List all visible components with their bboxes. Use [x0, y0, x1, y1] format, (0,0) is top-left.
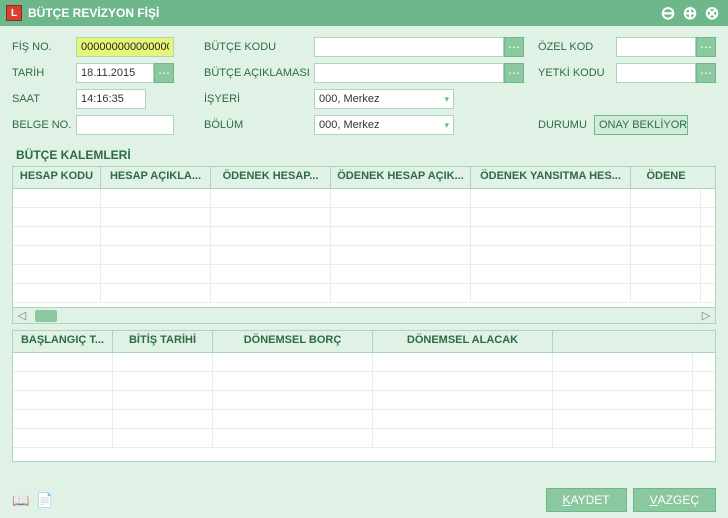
kaydet-button[interactable]: KAYDET [546, 488, 627, 512]
grid2-body[interactable] [13, 353, 715, 448]
tarih-label: TARİH [12, 67, 76, 79]
belge-no-label: BELGE NO. [12, 119, 76, 131]
butce-aciklamasi-lookup-button[interactable]: ⋯ [504, 63, 524, 83]
close-button[interactable]: ⊗ [702, 3, 722, 23]
ozel-kod-input[interactable] [616, 37, 696, 57]
grid2-col-donemsel-borc[interactable]: DÖNEMSEL BORÇ [213, 331, 373, 352]
table-row[interactable] [13, 429, 715, 448]
chevron-down-icon: ▾ [444, 120, 449, 131]
isyeri-select[interactable]: 000, Merkez ▾ [314, 89, 454, 109]
table-row[interactable] [13, 410, 715, 429]
ozel-kod-lookup-button[interactable]: ⋯ [696, 37, 716, 57]
grid1-col-odenek-hesap[interactable]: ÖDENEK HESAP... [211, 167, 331, 188]
scroll-right-icon[interactable]: ▷ [699, 310, 713, 322]
bolum-select[interactable]: 000, Merkez ▾ [314, 115, 454, 135]
window-controls: ⊖ ⊕ ⊗ [658, 3, 722, 23]
scroll-thumb[interactable] [35, 310, 57, 322]
table-row[interactable] [13, 284, 715, 303]
grid-butce-kalemleri[interactable]: HESAP KODU HESAP AÇIKLA... ÖDENEK HESAP.… [12, 166, 716, 324]
form-col-1: FİŞ NO. TARİH ⋯ SAAT BELGE NO. [12, 36, 190, 140]
form-col-2: BÜTÇE KODU ⋯ BÜTÇE AÇIKLAMASI ⋯ İŞYERİ 0… [204, 36, 524, 140]
bolum-select-value: 000, Merkez [319, 119, 380, 131]
fis-no-input[interactable] [76, 37, 174, 57]
minimize-button[interactable]: ⊖ [658, 3, 678, 23]
book-icon[interactable]: 📖 [12, 492, 30, 508]
yetki-kodu-lookup-button[interactable]: ⋯ [696, 63, 716, 83]
grid1-col-odenek-hesap-acik[interactable]: ÖDENEK HESAP AÇIK... [331, 167, 471, 188]
durumu-status: ONAY BEKLİYOR... [594, 115, 688, 135]
form-col-3: ÖZEL KOD ⋯ YETKİ KODU ⋯ DURUMU ONAY BEKL… [538, 36, 716, 140]
grid-donemsel[interactable]: BAŞLANGIÇ T... BİTİŞ TARİHİ DÖNEMSEL BOR… [12, 330, 716, 462]
table-row[interactable] [13, 189, 715, 208]
table-row[interactable] [13, 391, 715, 410]
butce-aciklamasi-label: BÜTÇE AÇIKLAMASI [204, 67, 314, 79]
grid2-header: BAŞLANGIÇ T... BİTİŞ TARİHİ DÖNEMSEL BOR… [13, 331, 715, 353]
table-row[interactable] [13, 265, 715, 284]
table-row[interactable] [13, 227, 715, 246]
isyeri-label: İŞYERİ [204, 93, 314, 105]
butce-kodu-lookup-button[interactable]: ⋯ [504, 37, 524, 57]
footer: 📖 📄 KAYDET VAZGEÇ [0, 482, 728, 518]
grid1-col-odenek-yansitma[interactable]: ÖDENEK YANSITMA HES... [471, 167, 631, 188]
durumu-label: DURUMU [538, 119, 594, 131]
grid1-col-odene[interactable]: ÖDENE [631, 167, 701, 188]
butce-kodu-input[interactable] [314, 37, 504, 57]
table-row[interactable] [13, 246, 715, 265]
grid1-body[interactable] [13, 189, 715, 307]
section-butce-kalemleri-title: BÜTÇE KALEMLERİ [0, 146, 728, 166]
grid1-col-hesap-aciklama[interactable]: HESAP AÇIKLA... [101, 167, 211, 188]
fis-no-label: FİŞ NO. [12, 41, 76, 53]
yetki-kodu-input[interactable] [616, 63, 696, 83]
table-row[interactable] [13, 353, 715, 372]
scroll-left-icon[interactable]: ◁ [15, 310, 29, 322]
maximize-button[interactable]: ⊕ [680, 3, 700, 23]
grid2-col-baslangic[interactable]: BAŞLANGIÇ T... [13, 331, 113, 352]
document-icon[interactable]: 📄 [36, 492, 54, 508]
grid1-col-hesap-kodu[interactable]: HESAP KODU [13, 167, 101, 188]
butce-kodu-label: BÜTÇE KODU [204, 41, 314, 53]
vazgec-button[interactable]: VAZGEÇ [633, 488, 716, 512]
grid2-col-empty [553, 331, 693, 352]
tarih-input[interactable] [76, 63, 154, 83]
grid2-col-donemsel-alacak[interactable]: DÖNEMSEL ALACAK [373, 331, 553, 352]
saat-label: SAAT [12, 93, 76, 105]
grid1-header: HESAP KODU HESAP AÇIKLA... ÖDENEK HESAP.… [13, 167, 715, 189]
form-area: FİŞ NO. TARİH ⋯ SAAT BELGE NO. BÜTÇE KOD… [0, 26, 728, 146]
table-row[interactable] [13, 208, 715, 227]
tarih-picker-button[interactable]: ⋯ [154, 63, 174, 83]
grid2-col-bitis[interactable]: BİTİŞ TARİHİ [113, 331, 213, 352]
grid1-hscroll[interactable]: ◁ ▷ [13, 307, 715, 323]
saat-input[interactable] [76, 89, 146, 109]
table-row[interactable] [13, 372, 715, 391]
belge-no-input[interactable] [76, 115, 174, 135]
app-icon: L [6, 5, 22, 21]
chevron-down-icon: ▾ [444, 94, 449, 105]
butce-aciklamasi-input[interactable] [314, 63, 504, 83]
titlebar: L BÜTÇE REVİZYON FİŞİ ⊖ ⊕ ⊗ [0, 0, 728, 26]
window-title: BÜTÇE REVİZYON FİŞİ [28, 6, 658, 20]
ozel-kod-label: ÖZEL KOD [538, 41, 616, 53]
isyeri-select-value: 000, Merkez [319, 93, 380, 105]
scroll-track[interactable] [29, 310, 699, 322]
bolum-label: BÖLÜM [204, 119, 314, 131]
yetki-kodu-label: YETKİ KODU [538, 67, 616, 79]
